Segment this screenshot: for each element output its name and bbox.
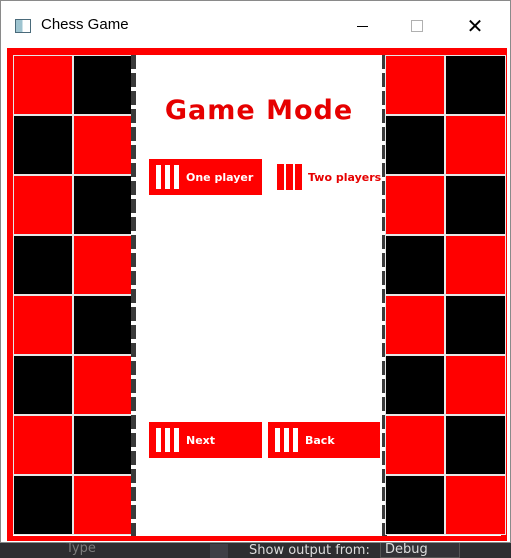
next-label: Next bbox=[186, 433, 216, 447]
board-square bbox=[445, 235, 506, 295]
board-square bbox=[445, 55, 506, 115]
left-board-strip bbox=[13, 55, 134, 536]
one-player-button[interactable]: One player bbox=[149, 159, 262, 195]
game-frame: Game Mode One player Two players Next Ba… bbox=[7, 48, 507, 541]
board-square bbox=[13, 295, 73, 355]
back-label: Back bbox=[305, 433, 335, 447]
board-square bbox=[445, 115, 506, 175]
back-button[interactable]: Back bbox=[268, 422, 380, 458]
board-square bbox=[445, 355, 506, 415]
window-title: Chess Game bbox=[41, 16, 129, 33]
board-square bbox=[73, 55, 134, 115]
right-board-strip bbox=[385, 55, 506, 536]
ide-scroll-button[interactable] bbox=[210, 544, 228, 558]
board-square bbox=[73, 355, 134, 415]
board-square bbox=[13, 355, 73, 415]
bars-icon bbox=[277, 164, 304, 190]
board-square bbox=[13, 55, 73, 115]
game-mode-panel: Game Mode One player Two players Next Ba… bbox=[136, 55, 382, 536]
minimize-icon bbox=[356, 25, 368, 27]
board-square bbox=[385, 475, 445, 535]
maximize-icon bbox=[411, 20, 423, 32]
ide-output-dropdown[interactable]: Debug bbox=[380, 541, 460, 558]
board-square bbox=[13, 415, 73, 475]
board-square bbox=[445, 295, 506, 355]
ide-output-label: Show output from: bbox=[249, 543, 370, 558]
board-square bbox=[73, 295, 134, 355]
game-mode-heading: Game Mode bbox=[164, 95, 354, 126]
bars-icon bbox=[155, 164, 182, 190]
two-players-label: Two players bbox=[308, 170, 382, 184]
board-square bbox=[13, 475, 73, 535]
board-square bbox=[73, 415, 134, 475]
close-button[interactable]: ✕ bbox=[452, 9, 498, 43]
board-square bbox=[73, 115, 134, 175]
bars-icon bbox=[155, 427, 182, 453]
board-square bbox=[385, 355, 445, 415]
two-players-button[interactable]: Two players bbox=[271, 159, 381, 195]
board-square bbox=[385, 55, 445, 115]
board-square bbox=[73, 235, 134, 295]
board-square bbox=[445, 175, 506, 235]
game-area: Game Mode One player Two players Next Ba… bbox=[13, 55, 506, 536]
chess-game-window: Chess Game ✕ Game Mode One player Two pl… bbox=[0, 0, 511, 543]
board-square bbox=[13, 175, 73, 235]
maximize-button[interactable] bbox=[394, 9, 440, 43]
board-square bbox=[73, 175, 134, 235]
next-button[interactable]: Next bbox=[149, 422, 262, 458]
board-square bbox=[385, 295, 445, 355]
one-player-label: One player bbox=[186, 170, 254, 184]
close-icon: ✕ bbox=[466, 14, 484, 38]
board-square bbox=[445, 415, 506, 475]
ide-type-label: Type bbox=[66, 541, 96, 556]
title-bar[interactable]: Chess Game ✕ bbox=[1, 1, 510, 45]
board-square bbox=[385, 175, 445, 235]
board-square bbox=[13, 115, 73, 175]
board-square bbox=[13, 235, 73, 295]
app-window-icon bbox=[15, 19, 31, 33]
board-square bbox=[445, 475, 506, 535]
board-square bbox=[385, 415, 445, 475]
board-square bbox=[73, 475, 134, 535]
bars-icon bbox=[274, 427, 301, 453]
board-square bbox=[385, 115, 445, 175]
board-square bbox=[385, 235, 445, 295]
minimize-button[interactable] bbox=[339, 9, 385, 43]
